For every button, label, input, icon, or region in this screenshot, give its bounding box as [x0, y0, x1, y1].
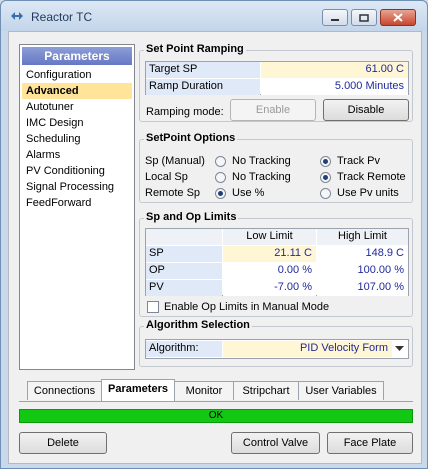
enable-op-limits-label: Enable Op Limits in Manual Mode — [164, 301, 330, 313]
nav-item-autotuner[interactable]: Autotuner — [20, 99, 134, 115]
algorithm-label: Algorithm: — [146, 341, 222, 357]
delete-button[interactable]: Delete — [19, 432, 107, 454]
local-sp-label: Local Sp — [145, 171, 188, 183]
local-sp-no-tracking-label: No Tracking — [232, 171, 291, 183]
close-icon — [393, 13, 403, 22]
ramping-grid: Target SP 61.00 C Ramp Duration 5.000 Mi… — [145, 61, 409, 95]
remote-sp-label: Remote Sp — [145, 187, 201, 199]
limits-group: Sp and Op Limits Low Limit High Limit SP… — [139, 211, 413, 317]
nav-item-feedforward[interactable]: FeedForward — [20, 195, 134, 211]
tab-parameters[interactable]: Parameters — [101, 379, 175, 401]
status-bar: OK — [19, 409, 413, 423]
algorithm-group: Algorithm Selection Algorithm: PID Veloc… — [139, 319, 413, 367]
nav-item-signal-processing[interactable]: Signal Processing — [20, 179, 134, 195]
local-sp-track-remote-label: Track Remote — [337, 171, 406, 183]
tab-stripchart[interactable]: Stripchart — [233, 381, 299, 400]
face-plate-button[interactable]: Face Plate — [327, 432, 413, 454]
sp-manual-label: Sp (Manual) — [145, 155, 205, 167]
setpoint-ramping-group: Set Point Ramping Target SP 61.00 C Ramp… — [139, 43, 413, 122]
minimize-button[interactable] — [322, 9, 348, 26]
setpoint-ramping-title: Set Point Ramping — [144, 43, 246, 55]
limits-corner — [146, 229, 222, 245]
nav-item-pv-conditioning[interactable]: PV Conditioning — [20, 163, 134, 179]
sp-row-label: SP — [146, 246, 222, 262]
minimize-icon — [331, 18, 339, 21]
pv-row-label: PV — [146, 280, 222, 296]
local-sp-track-remote-radio[interactable] — [320, 172, 331, 183]
nav-header: Parameters — [22, 47, 132, 65]
nav-item-advanced[interactable]: Advanced — [22, 83, 132, 99]
tab-strip-line — [19, 401, 413, 402]
low-limit-header: Low Limit — [223, 229, 316, 245]
nav-item-configuration[interactable]: Configuration — [20, 67, 134, 83]
local-sp-no-tracking-radio[interactable] — [215, 172, 226, 183]
limits-title: Sp and Op Limits — [144, 211, 239, 223]
dialog-body: Parameters Configuration Advanced Autotu… — [8, 31, 422, 464]
control-valve-button[interactable]: Control Valve — [231, 432, 320, 454]
title-bar[interactable]: Reactor TC — [1, 1, 427, 31]
ramp-duration-label: Ramp Duration — [146, 79, 260, 95]
op-low-limit-value[interactable]: 0.00 % — [223, 263, 316, 279]
sp-high-limit-value[interactable]: 148.9 C — [317, 246, 408, 262]
pv-low-limit-value[interactable]: -7.00 % — [223, 280, 316, 296]
algorithm-value[interactable]: PID Velocity Form — [223, 341, 392, 357]
high-limit-header: High Limit — [317, 229, 408, 245]
tuning-icon — [11, 12, 23, 20]
window-title: Reactor TC — [31, 10, 93, 24]
enable-op-limits-checkbox[interactable] — [147, 301, 159, 313]
tab-user-variables[interactable]: User Variables — [298, 381, 384, 400]
sp-low-limit-value[interactable]: 21.11 C — [223, 246, 316, 262]
algorithm-title: Algorithm Selection — [144, 319, 252, 331]
remote-sp-use-pv-units-radio[interactable] — [320, 188, 331, 199]
disable-ramping-button[interactable]: Disable — [323, 99, 409, 121]
op-high-limit-value[interactable]: 100.00 % — [317, 263, 408, 279]
close-button[interactable] — [380, 9, 416, 26]
algorithm-select[interactable]: Algorithm: PID Velocity Form — [145, 339, 409, 359]
remote-sp-use-percent-radio[interactable] — [215, 188, 226, 199]
nav-item-imc-design[interactable]: IMC Design — [20, 115, 134, 131]
tab-monitor[interactable]: Monitor — [174, 381, 234, 400]
remote-sp-use-pv-units-label: Use Pv units — [337, 187, 399, 199]
sp-manual-track-pv-radio[interactable] — [320, 156, 331, 167]
target-sp-label: Target SP — [146, 62, 260, 78]
parameters-nav: Parameters Configuration Advanced Autotu… — [19, 44, 135, 370]
pv-high-limit-value[interactable]: 107.00 % — [317, 280, 408, 296]
ramping-mode-label: Ramping mode: — [146, 106, 224, 118]
chevron-down-icon[interactable] — [395, 346, 404, 352]
setpoint-options-group: SetPoint Options Sp (Manual) No Tracking… — [139, 132, 413, 203]
setpoint-options-title: SetPoint Options — [144, 132, 238, 144]
ramp-duration-value[interactable]: 5.000 Minutes — [261, 79, 408, 95]
application-window: Reactor TC Parameters Configuration Adva… — [0, 0, 428, 469]
remote-sp-use-percent-label: Use % — [232, 187, 265, 199]
maximize-button[interactable] — [351, 9, 377, 26]
sp-manual-track-pv-label: Track Pv — [337, 155, 380, 167]
tab-connections[interactable]: Connections — [27, 381, 102, 400]
nav-item-alarms[interactable]: Alarms — [20, 147, 134, 163]
maximize-icon — [359, 13, 369, 22]
nav-item-scheduling[interactable]: Scheduling — [20, 131, 134, 147]
target-sp-value[interactable]: 61.00 C — [261, 62, 408, 78]
sp-manual-no-tracking-label: No Tracking — [232, 155, 291, 167]
enable-ramping-button[interactable]: Enable — [230, 99, 316, 121]
op-row-label: OP — [146, 263, 222, 279]
sp-manual-no-tracking-radio[interactable] — [215, 156, 226, 167]
limits-grid: Low Limit High Limit SP 21.11 C 148.9 C … — [145, 228, 409, 296]
